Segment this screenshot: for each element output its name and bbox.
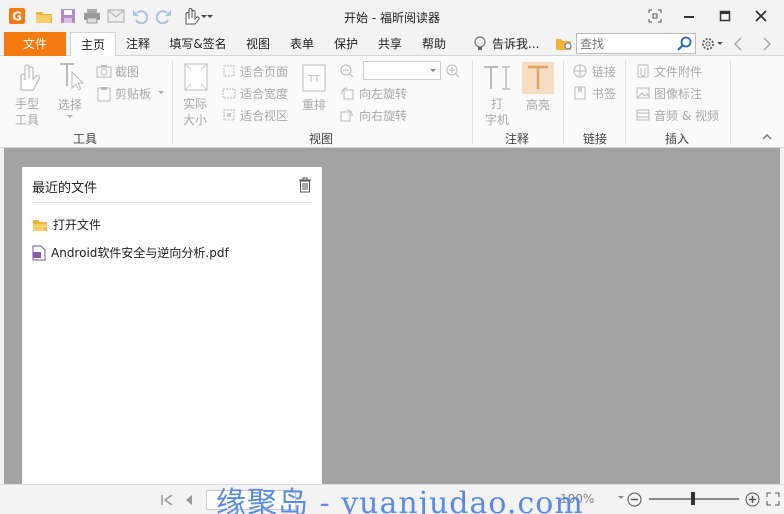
ribbon-tabs: 文件 主页 注释 填写&签名 视图 表单 保护 共享 帮助 告诉我... xyxy=(0,32,784,57)
tab-view[interactable]: 视图 xyxy=(238,32,278,56)
select-cursor-icon[interactable] xyxy=(58,62,84,92)
recent-file-name: Android软件安全与逆向分析.pdf xyxy=(51,246,229,260)
folder-search-icon[interactable] xyxy=(555,36,573,52)
zoom-select[interactable] xyxy=(363,61,441,80)
fit-width-button[interactable]: 适合宽度 xyxy=(240,85,288,102)
tab-comment[interactable]: 注释 xyxy=(118,32,158,56)
link-button[interactable]: 链接 xyxy=(592,63,616,80)
zoom-slider-thumb[interactable] xyxy=(691,492,695,505)
fit-width-icon[interactable] xyxy=(222,86,236,100)
recent-files-title: 最近的文件 xyxy=(32,181,98,196)
bookmark-button[interactable]: 书签 xyxy=(592,85,616,102)
audio-video-icon[interactable] xyxy=(636,108,650,122)
trash-icon[interactable] xyxy=(298,177,312,193)
prev-page-icon[interactable] xyxy=(184,493,194,507)
hand-tool-button[interactable]: 手型 工具 xyxy=(15,96,39,128)
actual-size-button[interactable]: 实际 大小 xyxy=(183,96,207,128)
clipboard-dropdown-icon[interactable] xyxy=(157,90,165,96)
audio-video-button[interactable]: 音频 & 视频 xyxy=(654,107,719,124)
typewriter-icon[interactable] xyxy=(482,64,512,92)
group-label-view: 视图 xyxy=(308,132,333,146)
select-button[interactable]: 选择 xyxy=(58,96,82,113)
recent-file-item[interactable]: Android软件安全与逆向分析.pdf xyxy=(32,244,229,261)
settings-gear-icon[interactable] xyxy=(700,36,726,52)
fit-visible-icon[interactable] xyxy=(222,108,236,122)
watermark: 缘聚岛 - yuanjudao.com xyxy=(216,486,584,514)
camera-icon[interactable] xyxy=(96,64,112,78)
zoom-out-icon[interactable] xyxy=(340,64,354,78)
clipboard-button[interactable]: 剪贴板 xyxy=(115,85,151,102)
tab-fill-sign[interactable]: 填写&签名 xyxy=(163,32,233,56)
snapshot-button[interactable]: 截图 xyxy=(115,63,139,80)
reflow-icon[interactable]: TT xyxy=(302,64,326,92)
open-file-label: 打开文件 xyxy=(53,218,102,232)
hand-tool-icon[interactable] xyxy=(14,62,42,92)
rotate-right-icon[interactable] xyxy=(340,108,354,122)
group-separator xyxy=(730,60,731,144)
tab-protect[interactable]: 保护 xyxy=(326,32,366,56)
tab-share[interactable]: 共享 xyxy=(370,32,410,56)
group-label-tools: 工具 xyxy=(72,132,97,146)
typewriter-button[interactable]: 打 字机 xyxy=(485,96,509,128)
maximize-button[interactable] xyxy=(710,4,740,28)
divider xyxy=(32,202,312,203)
svg-text:TT: TT xyxy=(307,74,321,85)
tab-home[interactable]: 主页 xyxy=(70,32,116,57)
recent-files-panel: 最近的文件 打开文件 Android软件安全与逆向分析.pdf xyxy=(22,167,322,484)
group-label-comment: 注释 xyxy=(504,132,529,146)
nav-forward-icon[interactable] xyxy=(762,37,772,51)
highlight-button[interactable]: 高亮 xyxy=(526,96,550,113)
fullscreen-icon[interactable] xyxy=(640,4,670,28)
clipboard-icon[interactable] xyxy=(96,86,112,102)
tab-form[interactable]: 表单 xyxy=(282,32,322,56)
ribbon-home: 手型 工具 选择 截图 剪贴板 工具 实际 大小 适合页面 适合宽度 适合视区 … xyxy=(0,56,784,148)
open-file-item[interactable]: 打开文件 xyxy=(32,216,101,233)
chevron-down-icon xyxy=(429,68,437,74)
group-separator xyxy=(563,60,564,144)
nav-back-icon[interactable] xyxy=(733,37,743,51)
zoom-in-icon[interactable] xyxy=(446,64,460,78)
highlight-icon[interactable] xyxy=(522,62,554,94)
select-dropdown-icon[interactable] xyxy=(66,114,74,120)
tab-file[interactable]: 文件 xyxy=(4,32,66,56)
globe-link-icon[interactable] xyxy=(573,64,587,78)
search-field[interactable] xyxy=(576,33,696,54)
tell-me-box[interactable]: 告诉我... xyxy=(492,32,554,56)
fullscreen-status-icon[interactable] xyxy=(766,492,780,506)
fit-page-icon[interactable] xyxy=(222,64,236,78)
reflow-button[interactable]: 重排 xyxy=(302,96,326,113)
file-attachment-button[interactable]: 文件附件 xyxy=(654,63,702,80)
group-label-insert: 插入 xyxy=(664,132,689,146)
attachment-icon[interactable] xyxy=(636,64,650,78)
image-annotation-button[interactable]: 图像标注 xyxy=(654,85,702,102)
lightbulb-icon xyxy=(474,36,486,52)
search-input[interactable] xyxy=(580,35,675,52)
close-button[interactable] xyxy=(746,4,776,28)
group-separator xyxy=(472,60,473,144)
zoom-dropdown-icon[interactable] xyxy=(617,495,625,501)
image-annotation-icon[interactable] xyxy=(636,86,650,100)
actual-size-icon[interactable] xyxy=(183,62,209,92)
title-bar: G 开始 - 福昕阅读器 xyxy=(0,0,784,32)
zoom-in-circle-icon[interactable] xyxy=(745,492,760,507)
rotate-right-button[interactable]: 向右旋转 xyxy=(359,107,407,124)
search-icon[interactable] xyxy=(677,36,692,51)
group-label-links: 链接 xyxy=(582,132,607,146)
group-separator xyxy=(625,60,626,144)
rotate-left-icon[interactable] xyxy=(340,86,354,100)
minimize-button[interactable] xyxy=(674,4,704,28)
zoom-out-circle-icon[interactable] xyxy=(627,492,642,507)
tab-help[interactable]: 帮助 xyxy=(414,32,454,56)
fit-visible-button[interactable]: 适合视区 xyxy=(240,107,288,124)
collapse-ribbon-icon[interactable] xyxy=(762,133,772,141)
folder-icon xyxy=(32,218,48,232)
first-page-icon[interactable] xyxy=(160,493,174,507)
fit-page-button[interactable]: 适合页面 xyxy=(240,63,288,80)
group-separator xyxy=(172,60,173,144)
bookmark-icon[interactable] xyxy=(573,86,587,100)
rotate-left-button[interactable]: 向左旋转 xyxy=(359,85,407,102)
pdf-file-icon xyxy=(32,245,46,261)
